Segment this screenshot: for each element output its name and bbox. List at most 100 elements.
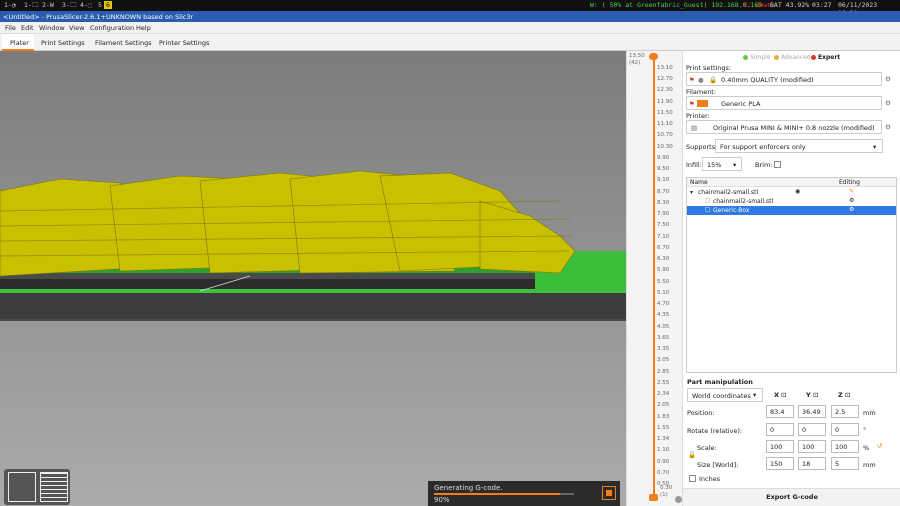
workspace-4[interactable]: 4-⬚ bbox=[78, 1, 94, 9]
wifi-status: W: ( 50% at Greenfabric_Guest) 192.168.0… bbox=[590, 1, 763, 9]
system-status-bar: 1-◔ 1-🗀 2-W 3-🗀 4-⬚ 5 6 W: ( 50% at Gree… bbox=[0, 0, 900, 17]
layer-tick-label: 4.35 bbox=[657, 312, 670, 319]
workspace-2[interactable]: 2-W bbox=[40, 1, 56, 9]
stop-icon bbox=[606, 490, 612, 496]
menu-configuration[interactable]: Configuration bbox=[90, 24, 134, 32]
cog-icon[interactable]: ⚙ bbox=[849, 206, 854, 213]
object-list: Name Editing ▾ chainmail2-small.stl ◉ ✎ … bbox=[686, 177, 897, 373]
layer-tick-label: 0.70 bbox=[657, 469, 670, 476]
rotate-z-input[interactable]: 0 bbox=[831, 423, 859, 436]
brim-checkbox[interactable] bbox=[774, 161, 781, 168]
scale-x-input[interactable]: 100 bbox=[766, 440, 794, 453]
edit-icon[interactable]: ✎ bbox=[849, 188, 854, 195]
layer-tick-label: 5.10 bbox=[657, 289, 670, 296]
menu-file[interactable]: File bbox=[5, 24, 16, 32]
list-item[interactable]: ◻ chainmail2-small.stl ⚙ bbox=[687, 197, 896, 206]
tab-print-settings[interactable]: Print Settings bbox=[41, 39, 85, 47]
menu-help[interactable]: Help bbox=[136, 24, 151, 32]
reset-scale-icon[interactable]: ↺ bbox=[877, 442, 882, 450]
layer-tick-label: 13.10 bbox=[657, 65, 673, 71]
red-flag-icon: ⚑ bbox=[689, 100, 695, 108]
layer-tick-label: 1.83 bbox=[657, 413, 670, 420]
rotate-y-input[interactable]: 0 bbox=[798, 423, 826, 436]
tab-printer-settings[interactable]: Printer Settings bbox=[159, 39, 209, 47]
edit-cog-icon[interactable]: ⚙ bbox=[885, 123, 891, 131]
layer-tick-label: 6.30 bbox=[657, 256, 670, 263]
filament-color-swatch[interactable] bbox=[697, 100, 708, 107]
workspace-6-active[interactable]: 6 bbox=[104, 1, 112, 9]
position-x-input[interactable]: 83.4 bbox=[766, 405, 794, 418]
chevron-down-icon: ▾ bbox=[753, 391, 757, 399]
battery-status: BAT 43.92% bbox=[770, 1, 810, 9]
coordinates-select[interactable]: World coordinates bbox=[687, 388, 763, 402]
unit-degree: ° bbox=[863, 426, 867, 434]
drop-to-bed-icon[interactable]: ⊡ bbox=[813, 391, 818, 399]
3d-viewport[interactable]: Generating G-code. 90% bbox=[0, 51, 626, 506]
progress-percent: 90% bbox=[434, 496, 450, 504]
column-editing: Editing bbox=[839, 179, 860, 186]
layer-tick-label: 1.55 bbox=[657, 424, 670, 431]
position-label: Position: bbox=[687, 409, 715, 417]
size-x-input[interactable]: 150 bbox=[766, 457, 794, 470]
drop-to-bed-icon[interactable]: ⊡ bbox=[781, 391, 786, 399]
list-item[interactable]: ▾ chainmail2-small.stl ◉ ✎ bbox=[687, 188, 896, 197]
layer-tick-label: 2.85 bbox=[657, 368, 670, 375]
layer-tick-label: 12.30 bbox=[657, 87, 673, 94]
unit-mm: mm bbox=[863, 461, 876, 469]
scale-y-input[interactable]: 100 bbox=[798, 440, 826, 453]
rotate-x-input[interactable]: 0 bbox=[766, 423, 794, 436]
position-y-input[interactable]: 36.49 bbox=[798, 405, 826, 418]
inches-checkbox[interactable] bbox=[689, 475, 696, 482]
printer-select[interactable]: Original Prusa MINI & MINI+ 0.8 nozzle (… bbox=[686, 120, 882, 134]
progress-label: Generating G-code. bbox=[434, 484, 503, 492]
lower-thumb-icon[interactable] bbox=[649, 494, 658, 501]
tab-plater[interactable]: Plater bbox=[10, 39, 29, 47]
layer-slider[interactable]: 13.50 (42) 13.10 12.70 12.30 11.90 11.50 11.1… bbox=[626, 51, 682, 506]
supports-select[interactable]: For support enforcers only bbox=[715, 139, 883, 153]
upper-thumb-icon[interactable] bbox=[649, 53, 658, 60]
menu-view[interactable]: View bbox=[69, 24, 84, 32]
filament-select[interactable]: Generic PLA bbox=[686, 96, 882, 110]
mode-expert[interactable]: Expert bbox=[818, 54, 840, 61]
settings-cog-icon[interactable] bbox=[675, 496, 682, 503]
layer-tick-label: 6.70 bbox=[657, 244, 670, 251]
mode-advanced[interactable]: Advanced bbox=[781, 54, 811, 61]
edit-cog-icon[interactable]: ⚙ bbox=[885, 99, 891, 107]
cog-icon[interactable]: ⚙ bbox=[849, 197, 854, 204]
inches-label: Inches bbox=[699, 475, 721, 483]
expand-arrow-icon[interactable]: ▾ bbox=[690, 189, 693, 196]
workspace-1[interactable]: 1-◔ bbox=[2, 1, 18, 9]
rotate-label: Rotate (relative): bbox=[687, 427, 743, 435]
size-z-input[interactable]: 5 bbox=[831, 457, 859, 470]
position-z-input[interactable]: 2.5 bbox=[831, 405, 859, 418]
cancel-slicing-button[interactable] bbox=[602, 486, 616, 500]
menu-edit[interactable]: Edit bbox=[21, 24, 34, 32]
expert-mode-dot-icon bbox=[811, 55, 816, 60]
window-title: <Untitled> - PrusaSlicer-2.6.1+UNKNOWN b… bbox=[0, 11, 900, 22]
drop-to-bed-icon[interactable]: ⊡ bbox=[845, 391, 850, 399]
lock-icon[interactable]: 🔓 bbox=[688, 451, 696, 459]
mode-simple[interactable]: Simple bbox=[750, 54, 771, 61]
part-icon: ◻ bbox=[705, 197, 710, 204]
clock: 03:27 bbox=[812, 1, 832, 9]
layers-view-icon[interactable] bbox=[40, 472, 68, 502]
workspace-5[interactable]: 5 bbox=[96, 1, 104, 9]
layer-bottom-value: 0.30 bbox=[660, 485, 673, 491]
scale-z-input[interactable]: 100 bbox=[831, 440, 859, 453]
export-gcode-button[interactable]: Export G-code bbox=[683, 488, 900, 506]
cube-view-icon[interactable] bbox=[8, 472, 36, 502]
eye-icon[interactable]: ◉ bbox=[795, 188, 800, 195]
menu-window[interactable]: Window bbox=[39, 24, 65, 32]
layer-tick-label: 2.05 bbox=[657, 402, 670, 409]
menu-bar: File Edit Window View Configuration Help bbox=[0, 22, 900, 34]
list-item-selected[interactable]: ◻ Generic-Box ⚙ bbox=[687, 206, 896, 215]
part-icon: ◻ bbox=[705, 206, 710, 213]
filament-label: Filament: bbox=[686, 88, 717, 96]
print-settings-label: Print settings: bbox=[686, 64, 732, 72]
column-name: Name bbox=[690, 179, 708, 186]
edit-cog-icon[interactable]: ⚙ bbox=[885, 75, 891, 83]
size-y-input[interactable]: 18 bbox=[798, 457, 826, 470]
layer-tick-label: 7.90 bbox=[657, 211, 670, 218]
tab-filament-settings[interactable]: Filament Settings bbox=[95, 39, 152, 47]
part-manipulation-title: Part manipulation bbox=[687, 378, 753, 386]
